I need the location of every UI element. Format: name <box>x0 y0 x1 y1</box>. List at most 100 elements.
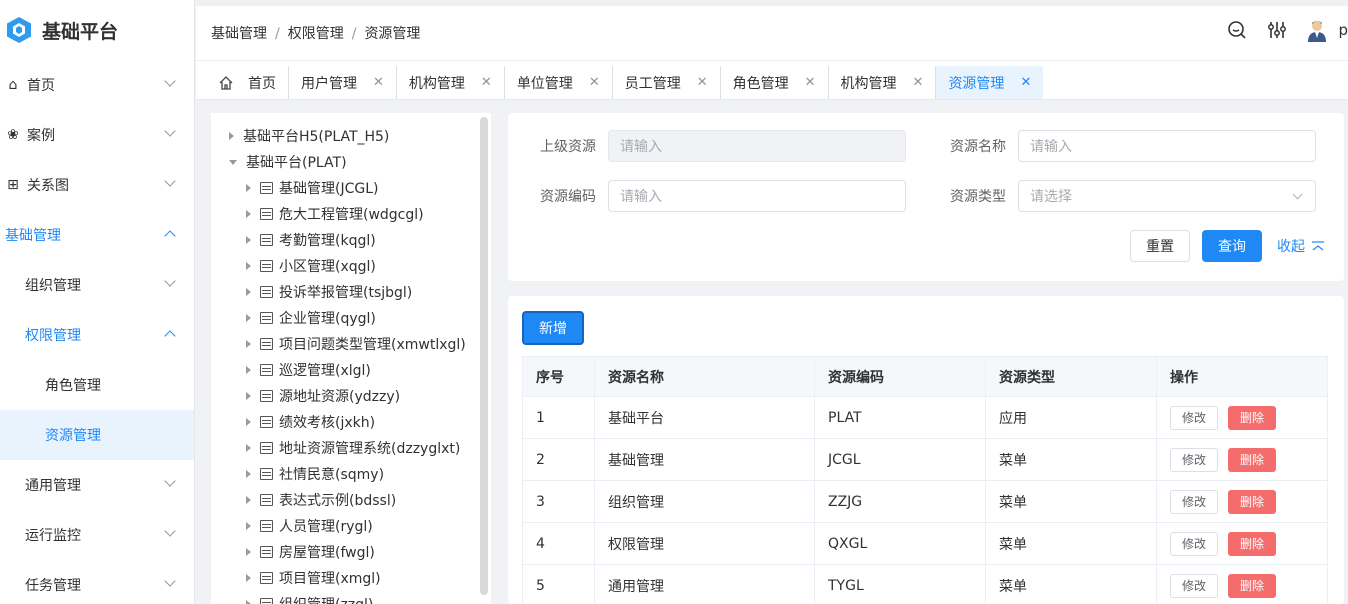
tree-node[interactable]: 项目问题类型管理(xmwtlxgl) <box>211 331 491 357</box>
breadcrumb-item[interactable]: 基础管理 <box>211 26 267 42</box>
sidebar-item-case[interactable]: ❀ 案例 <box>0 110 194 160</box>
sidebar-item-monitoring[interactable]: 运行监控 <box>0 510 194 560</box>
caret-right-icon[interactable] <box>246 470 251 478</box>
tree-node[interactable]: 社情民意(sqmy) <box>211 461 491 487</box>
tree-node[interactable]: 地址资源管理系统(dzzyglxt) <box>211 435 491 461</box>
tab-home[interactable]: 首页 <box>206 66 289 99</box>
tree-node[interactable]: 基础管理(JCGL) <box>211 175 491 201</box>
close-icon[interactable]: ✕ <box>481 75 492 90</box>
tree-node[interactable]: 房屋管理(fwgl) <box>211 539 491 565</box>
caret-right-icon[interactable] <box>246 600 251 604</box>
tree-node[interactable]: 小区管理(xqgl) <box>211 253 491 279</box>
sidebar-item-permission-management[interactable]: 权限管理 <box>0 310 194 360</box>
breadcrumb-separator: / <box>275 26 280 42</box>
edit-button[interactable]: 修改 <box>1170 573 1218 598</box>
sidebar-item-resource-management[interactable]: 资源管理 <box>0 410 194 460</box>
chevron-down-icon <box>164 125 176 137</box>
cell-actions: 修改 删除 <box>1156 480 1328 523</box>
tree-scrollbar[interactable] <box>480 117 488 595</box>
caret-right-icon[interactable] <box>246 288 251 296</box>
caret-down-icon[interactable] <box>229 159 237 165</box>
caret-right-icon[interactable] <box>246 574 251 582</box>
caret-right-icon[interactable] <box>246 444 251 452</box>
cell-index: 1 <box>522 396 595 439</box>
tree-node[interactable]: 危大工程管理(wdgcgl) <box>211 201 491 227</box>
tree-node[interactable]: 基础平台H5(PLAT_H5) <box>211 123 491 149</box>
breadcrumb-item[interactable]: 权限管理 <box>288 26 344 42</box>
tab-user-management[interactable]: 用户管理 ✕ <box>289 66 397 99</box>
tree-node[interactable]: 企业管理(qygl) <box>211 305 491 331</box>
tree-node[interactable]: 考勤管理(kqgl) <box>211 227 491 253</box>
table-row: 3 组织管理 ZZJG 菜单 修改 删除 <box>522 480 1328 523</box>
tree-node[interactable]: 基础平台(PLAT) <box>211 149 491 175</box>
tab-org-management[interactable]: 机构管理 ✕ <box>397 66 505 99</box>
caret-right-icon[interactable] <box>246 496 251 504</box>
delete-button[interactable]: 删除 <box>1228 489 1276 514</box>
tree-node[interactable]: 组织管理(zzgl) <box>211 591 491 604</box>
edit-button[interactable]: 修改 <box>1170 405 1218 430</box>
caret-right-icon[interactable] <box>246 184 251 192</box>
delete-button[interactable]: 删除 <box>1228 405 1276 430</box>
resource-code-input[interactable]: 请输入 <box>608 180 906 212</box>
breadcrumb: 基础管理 / 权限管理 / 资源管理 <box>211 23 420 43</box>
close-icon[interactable]: ✕ <box>697 75 708 90</box>
caret-right-icon[interactable] <box>246 314 251 322</box>
home-icon: ⌂ <box>8 77 18 93</box>
resource-type-label: 资源类型 <box>950 189 1006 205</box>
reset-button[interactable]: 重置 <box>1130 230 1190 262</box>
edit-button[interactable]: 修改 <box>1170 447 1218 472</box>
resource-type-select[interactable]: 请选择 <box>1018 180 1316 212</box>
sidebar-item-general-management[interactable]: 通用管理 <box>0 460 194 510</box>
close-icon[interactable]: ✕ <box>589 75 600 90</box>
delete-button[interactable]: 删除 <box>1228 573 1276 598</box>
tab-label: 单位管理 <box>516 75 573 92</box>
close-icon[interactable]: ✕ <box>373 75 384 90</box>
search-icon[interactable] <box>1226 19 1248 41</box>
tab-resource-management[interactable]: 资源管理 ✕ <box>936 66 1044 99</box>
edit-button[interactable]: 修改 <box>1170 489 1218 514</box>
tree-node[interactable]: 项目管理(xmgl) <box>211 565 491 591</box>
tab-org-management-2[interactable]: 机构管理 ✕ <box>829 66 937 99</box>
close-icon[interactable]: ✕ <box>805 75 816 90</box>
tree-node[interactable]: 绩效考核(jxkh) <box>211 409 491 435</box>
avatar[interactable] <box>1306 18 1328 42</box>
caret-right-icon[interactable] <box>246 366 251 374</box>
caret-right-icon[interactable] <box>246 548 251 556</box>
delete-button[interactable]: 删除 <box>1228 447 1276 472</box>
caret-right-icon[interactable] <box>229 132 234 140</box>
resource-name-input[interactable]: 请输入 <box>1018 130 1316 162</box>
caret-right-icon[interactable] <box>246 392 251 400</box>
sidebar-item-role-management[interactable]: 角色管理 <box>0 360 194 410</box>
cell-actions: 修改 删除 <box>1156 564 1328 604</box>
tree-node[interactable]: 巡逻管理(xlgl) <box>211 357 491 383</box>
close-icon[interactable]: ✕ <box>913 75 924 90</box>
sidebar-item-org-management[interactable]: 组织管理 <box>0 260 194 310</box>
tree-node[interactable]: 投诉举报管理(tsjbgl) <box>211 279 491 305</box>
tab-unit-management[interactable]: 单位管理 ✕ <box>505 66 613 99</box>
list-icon <box>260 520 273 532</box>
caret-right-icon[interactable] <box>246 236 251 244</box>
sidebar-item-graph[interactable]: ⊞ 关系图 <box>0 160 194 210</box>
caret-right-icon[interactable] <box>246 340 251 348</box>
sidebar-item-task-management[interactable]: 任务管理 <box>0 560 194 604</box>
tree-node[interactable]: 人员管理(rygl) <box>211 513 491 539</box>
tab-employee-management[interactable]: 员工管理 ✕ <box>613 66 721 99</box>
settings-sliders-icon[interactable] <box>1266 19 1288 41</box>
query-button[interactable]: 查询 <box>1202 230 1262 262</box>
tree-node[interactable]: 源地址资源(ydzzy) <box>211 383 491 409</box>
caret-right-icon[interactable] <box>246 522 251 530</box>
user-name[interactable]: p <box>1338 21 1348 39</box>
collapse-button[interactable]: 收起 <box>1277 230 1325 262</box>
add-button[interactable]: 新增 <box>522 311 584 345</box>
delete-button[interactable]: 删除 <box>1228 531 1276 556</box>
caret-right-icon[interactable] <box>246 418 251 426</box>
tree-node[interactable]: 表达式示例(bdssl) <box>211 487 491 513</box>
sidebar-item-basic-management[interactable]: 基础管理 <box>0 210 194 260</box>
sidebar-item-home[interactable]: ⌂ 首页 <box>0 60 194 110</box>
close-icon[interactable]: ✕ <box>1020 75 1031 90</box>
caret-right-icon[interactable] <box>246 262 251 270</box>
list-icon <box>260 390 273 402</box>
caret-right-icon[interactable] <box>246 210 251 218</box>
edit-button[interactable]: 修改 <box>1170 531 1218 556</box>
tab-role-management[interactable]: 角色管理 ✕ <box>721 66 829 99</box>
